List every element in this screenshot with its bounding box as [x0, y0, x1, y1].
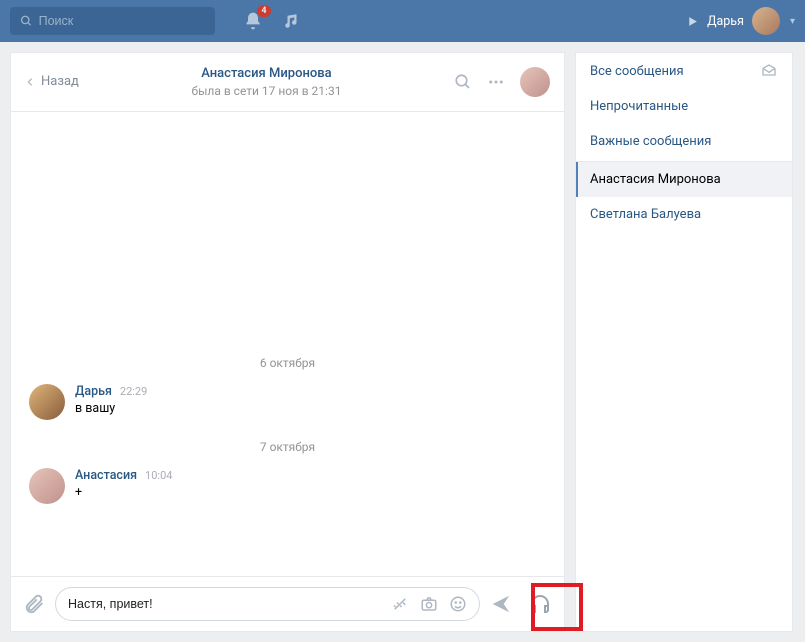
- sidebar-item-unread[interactable]: Непрочитанные: [576, 89, 792, 124]
- music-icon: [283, 12, 301, 30]
- headphones-icon: [528, 592, 552, 616]
- composer: [11, 576, 564, 631]
- sidebar-item-important[interactable]: Важные сообщения: [576, 124, 792, 159]
- chevron-left-icon: [25, 75, 35, 89]
- back-button[interactable]: Назад: [25, 74, 79, 89]
- search-icon: [454, 73, 472, 91]
- envelope-icon: [760, 63, 778, 79]
- user-menu[interactable]: Дарья ▾: [686, 7, 795, 35]
- message-text: в вашу: [75, 401, 147, 416]
- date-separator: 7 октября: [29, 440, 546, 454]
- sidebar-item-label: Все сообщения: [590, 64, 684, 79]
- topbar-icons: 4: [243, 11, 301, 31]
- message-input[interactable]: [68, 597, 381, 611]
- sidebar-item-label: Важные сообщения: [590, 134, 711, 149]
- chat-header: Назад Анастасия Миронова была в сети 17 …: [11, 53, 564, 112]
- message-author[interactable]: Анастасия: [75, 468, 137, 483]
- play-icon: [686, 15, 699, 28]
- sidebar-contact-active[interactable]: Анастасия Миронова: [576, 162, 792, 197]
- peer-avatar[interactable]: [520, 67, 550, 97]
- search-icon: [20, 14, 33, 28]
- chevron-down-icon: ▾: [790, 16, 795, 27]
- user-name-label: Дарья: [707, 14, 744, 29]
- emoji-button[interactable]: [449, 595, 467, 613]
- search-in-chat-button[interactable]: [454, 73, 472, 91]
- search-input[interactable]: [39, 14, 205, 28]
- camera-icon: [419, 595, 439, 613]
- smile-icon: [449, 595, 467, 613]
- chat-title[interactable]: Анастасия Миронова: [79, 65, 454, 83]
- paperclip-icon: [23, 593, 45, 615]
- notifications-badge: 4: [257, 5, 271, 17]
- camera-button[interactable]: [419, 595, 439, 613]
- avatar[interactable]: [29, 384, 65, 420]
- avatar[interactable]: [29, 468, 65, 504]
- sidebar-item-label: Светлана Балуева: [590, 207, 701, 222]
- more-button[interactable]: [486, 73, 506, 91]
- dots-icon: [486, 73, 506, 91]
- headphones-button[interactable]: [528, 592, 552, 616]
- message-text: +: [75, 485, 172, 500]
- date-separator: 6 октября: [29, 356, 546, 370]
- messages-scroll[interactable]: 6 октября Дарья 22:29 в вашу 7 октября А…: [11, 112, 564, 576]
- message-time: 10:04: [145, 469, 172, 482]
- chat-status: была в сети 17 ноя в 21:31: [79, 83, 454, 99]
- message-author[interactable]: Дарья: [75, 384, 112, 399]
- notifications-button[interactable]: 4: [243, 11, 263, 31]
- microphone-icon: [391, 595, 409, 613]
- voice-button[interactable]: [391, 595, 409, 613]
- sidebar-item-label: Непрочитанные: [590, 99, 688, 114]
- message-row: Дарья 22:29 в вашу: [29, 384, 546, 420]
- send-icon: [490, 593, 512, 615]
- sidebar-contact[interactable]: Светлана Балуева: [576, 197, 792, 232]
- back-label: Назад: [41, 74, 79, 89]
- sidebar-item-all[interactable]: Все сообщения: [576, 53, 792, 89]
- sidebar: Все сообщения Непрочитанные Важные сообщ…: [575, 52, 793, 632]
- sidebar-item-label: Анастасия Миронова: [590, 172, 721, 187]
- search-input-wrap[interactable]: [10, 7, 215, 35]
- message-time: 22:29: [120, 385, 147, 398]
- chat-panel: Назад Анастасия Миронова была в сети 17 …: [10, 52, 565, 632]
- avatar: [752, 7, 780, 35]
- message-row: Анастасия 10:04 +: [29, 468, 546, 504]
- attach-button[interactable]: [23, 593, 45, 615]
- message-input-wrap[interactable]: [55, 587, 480, 621]
- topbar: 4 Дарья ▾: [0, 0, 805, 42]
- send-button[interactable]: [490, 593, 512, 615]
- music-button[interactable]: [283, 12, 301, 30]
